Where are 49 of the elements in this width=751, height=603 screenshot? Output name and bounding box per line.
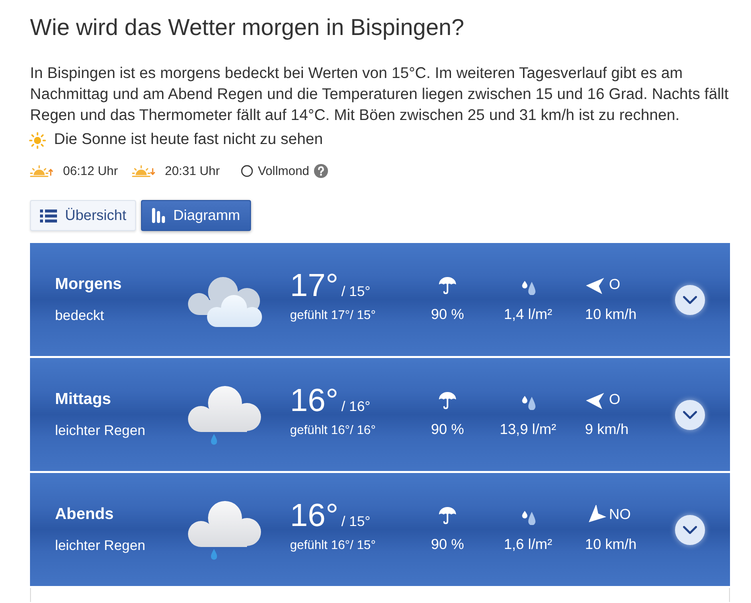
temperature-low: / 15° — [341, 512, 370, 531]
chevron-down-icon — [683, 411, 697, 419]
chevron-down-icon — [683, 296, 697, 304]
sunset-icon — [132, 165, 155, 177]
umbrella-icon — [438, 506, 457, 524]
rain-probability: 90 % — [430, 307, 464, 323]
precipitation-amount: 1,4 l/m² — [504, 307, 552, 323]
wind-direction: O — [609, 392, 620, 408]
sunrise-time: 06:12 Uhr — [63, 164, 118, 178]
temperature-high: 17° — [290, 268, 338, 302]
sunshine-text: Die Sonne ist heute fast nicht zu sehen — [54, 131, 323, 149]
temperature-low: / 16° — [341, 397, 370, 416]
rain-probability: 90 % — [430, 422, 464, 438]
wind-direction: O — [609, 277, 620, 293]
precipitation-amount: 13,9 l/m² — [500, 422, 556, 438]
expand-button[interactable] — [675, 514, 705, 544]
moon-phase: Vollmond — [258, 164, 310, 178]
expand-button[interactable] — [675, 284, 705, 314]
feels-like-temperature: gefühlt 16°/ 15° — [290, 538, 376, 552]
umbrella-icon — [438, 276, 457, 294]
period-name: Morgens — [55, 276, 122, 294]
temperature-low: / 15° — [341, 282, 370, 301]
period-name: Abends — [55, 506, 114, 524]
weather-description: bedeckt — [55, 307, 104, 323]
rain-probability: 90 % — [430, 537, 464, 553]
feels-like-temperature: gefühlt 17°/ 15° — [290, 308, 376, 322]
period-name: Mittags — [55, 391, 111, 409]
chevron-down-icon — [683, 526, 697, 534]
weather-summary: In Bispingen ist es morgens bedeckt bei Werten von 15°C. Im weiteren Tagesverlauf gibt es am Nachmittag und am Abend Regen und die Temperaturen liegen zwischen 15 und 16 Grad. Nachts fällt Regen und das Thermometer fällt auf 14°C. Mit Böen zwischen 25 und 31 km/h ist zu rechnen. — [30, 64, 730, 126]
feels-like-temperature: gefühlt 16°/ 16° — [290, 423, 376, 437]
sun-icon — [29, 132, 46, 148]
wind-direction: NO — [609, 507, 631, 523]
weather-description: leichter Regen — [55, 422, 146, 438]
sunrise-icon — [30, 165, 53, 177]
wind-speed: 9 km/h — [585, 422, 629, 438]
wind-speed: 10 km/h — [585, 537, 637, 553]
sunset-time: 20:31 Uhr — [164, 164, 220, 178]
expand-button[interactable] — [675, 400, 705, 430]
temperature-high: 16° — [290, 383, 338, 417]
help-icon — [314, 164, 328, 178]
weather-description: leichter Regen — [55, 537, 146, 553]
moon-phase-icon — [240, 165, 253, 177]
view-tab[interactable]: Übersicht — [30, 200, 136, 231]
precipitation-amount: 1,6 l/m² — [504, 537, 552, 553]
wind-speed: 10 km/h — [585, 307, 637, 323]
umbrella-icon — [438, 390, 457, 410]
page-title: Wie wird das Wetter morgen in Bispingen? — [30, 13, 466, 41]
view-tab[interactable]: Diagramm — [141, 200, 252, 231]
temperature-high: 16° — [290, 498, 338, 532]
